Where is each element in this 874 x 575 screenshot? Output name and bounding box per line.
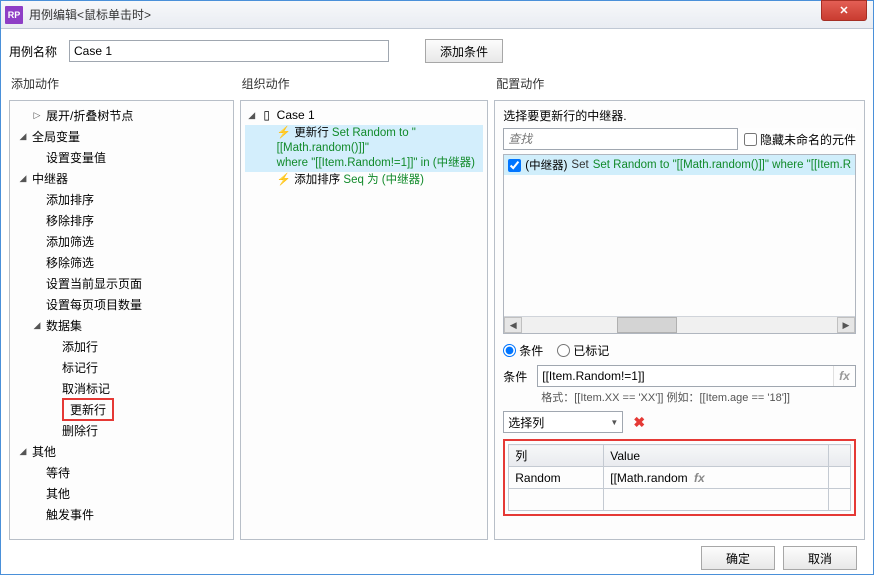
tree-item-label: 添加排序 xyxy=(46,191,94,208)
horizontal-scrollbar[interactable]: ◀ ▶ xyxy=(504,316,855,333)
tree-item-label: 展开/折叠树节点 xyxy=(46,107,133,124)
columns-table: 列 Value Random [[Math.random fx xyxy=(503,439,856,516)
case-name-label: 用例名称 xyxy=(9,43,61,60)
case-icon: ▯ xyxy=(259,108,275,122)
condition-hint: 格式：[[Item.XX == 'XX']] 例如：[[Item.age == … xyxy=(503,389,856,405)
table-row[interactable]: Random [[Math.random fx xyxy=(509,467,851,489)
tree-item-label: 设置每页项目数量 xyxy=(46,296,142,313)
right-column-header: 配置动作 xyxy=(494,75,865,96)
repeater-select-list: (中继器) Set Set Random to "[[Math.random()… xyxy=(503,154,856,334)
radio-condition[interactable]: 条件 xyxy=(503,342,543,359)
tree-item[interactable]: 移除筛选 xyxy=(10,252,233,273)
tree-item-label: 添加行 xyxy=(62,338,98,355)
tree-item-label: 其他 xyxy=(32,443,56,460)
tree-item[interactable]: 触发事件 xyxy=(10,504,233,525)
tree-item[interactable]: ◢中继器 xyxy=(10,168,233,189)
tree-item-label: 数据集 xyxy=(46,317,82,334)
table-header-column: 列 xyxy=(509,445,604,467)
tree-twisty-icon: ◢ xyxy=(16,131,30,142)
ok-button[interactable]: 确定 xyxy=(701,546,775,570)
tree-item-label: 标记行 xyxy=(62,359,98,376)
tree-item[interactable]: 更新行 xyxy=(10,399,233,420)
repeater-item-checkbox[interactable] xyxy=(508,159,521,172)
tree-item-label: 取消标记 xyxy=(62,380,110,397)
left-column-header: 添加动作 xyxy=(9,75,234,96)
tree-item[interactable]: ▷展开/折叠树节点 xyxy=(10,105,233,126)
tree-twisty-icon: ◢ xyxy=(30,320,44,331)
search-input[interactable] xyxy=(503,128,738,150)
tree-item-label: 其他 xyxy=(46,485,70,502)
tree-item[interactable]: 添加行 xyxy=(10,336,233,357)
select-column-dropdown[interactable]: 选择列 ▼ xyxy=(503,411,623,433)
lightning-icon: ⚡ xyxy=(277,174,291,186)
table-header-value: Value xyxy=(604,445,829,467)
tree-item[interactable]: 删除行 xyxy=(10,420,233,441)
case-node[interactable]: ◢ ▯ Case 1 xyxy=(245,105,484,125)
tree-item[interactable]: 设置每页项目数量 xyxy=(10,294,233,315)
app-icon: RP xyxy=(5,6,23,24)
fx-button[interactable]: fx xyxy=(691,471,705,485)
tree-item[interactable]: 添加排序 xyxy=(10,189,233,210)
tree-item[interactable]: ◢全局变量 xyxy=(10,126,233,147)
tree-twisty-icon: ▷ xyxy=(30,110,44,121)
tree-item-label: 更新行 xyxy=(62,398,114,421)
right-section-label: 选择要更新行的中继器. xyxy=(503,107,856,124)
scroll-right-icon[interactable]: ▶ xyxy=(837,317,855,333)
actions-tree-panel: ▷展开/折叠树节点◢全局变量设置变量值◢中继器添加排序移除排序添加筛选移除筛选设… xyxy=(9,100,234,540)
lightning-icon: ⚡ xyxy=(277,127,291,139)
tree-item[interactable]: 设置当前显示页面 xyxy=(10,273,233,294)
tree-item-label: 移除筛选 xyxy=(46,254,94,271)
tree-item-label: 设置变量值 xyxy=(46,149,106,166)
remove-column-button[interactable]: ✖ xyxy=(629,414,649,431)
radio-marked[interactable]: 已标记 xyxy=(557,342,609,359)
tree-item[interactable]: 其他 xyxy=(10,483,233,504)
case-actions-panel: ◢ ▯ Case 1 ⚡ 更新行 Set Random to "[[Math.r… xyxy=(240,100,489,540)
tree-item[interactable]: 等待 xyxy=(10,462,233,483)
tree-item-label: 全局变量 xyxy=(32,128,80,145)
condition-input[interactable] xyxy=(538,366,833,386)
titlebar: RP 用例编辑<鼠标单击时> xyxy=(1,1,873,29)
tree-item-label: 等待 xyxy=(46,464,70,481)
table-header-empty xyxy=(829,445,851,467)
chevron-down-icon: ▼ xyxy=(610,418,618,427)
tree-item-label: 设置当前显示页面 xyxy=(46,275,142,292)
case-name-input[interactable] xyxy=(69,40,389,62)
tree-item[interactable]: 添加筛选 xyxy=(10,231,233,252)
tree-item[interactable]: ◢其他 xyxy=(10,441,233,462)
tree-twisty-icon: ◢ xyxy=(16,173,30,184)
tree-item[interactable]: 标记行 xyxy=(10,357,233,378)
tree-item-label: 删除行 xyxy=(62,422,98,439)
action-add-sort[interactable]: ⚡ 添加排序 Seq 为 (中继器) xyxy=(245,172,484,189)
tree-item[interactable]: 移除排序 xyxy=(10,210,233,231)
fx-button[interactable]: fx xyxy=(833,366,855,386)
table-row[interactable] xyxy=(509,489,851,511)
tree-item-label: 移除排序 xyxy=(46,212,94,229)
repeater-list-item[interactable]: (中继器) Set Set Random to "[[Math.random()… xyxy=(504,155,855,175)
tree-item[interactable]: 设置变量值 xyxy=(10,147,233,168)
case-label: Case 1 xyxy=(277,108,315,122)
tree-item[interactable]: 取消标记 xyxy=(10,378,233,399)
window-title: 用例编辑<鼠标单击时> xyxy=(29,6,869,23)
hide-unnamed-checkbox[interactable]: 隐藏未命名的元件 xyxy=(744,131,856,148)
tree-item-label: 添加筛选 xyxy=(46,233,94,250)
condition-label: 条件 xyxy=(503,368,531,385)
action-update-rows[interactable]: ⚡ 更新行 Set Random to "[[Math.random()]]" … xyxy=(245,125,484,172)
add-condition-button[interactable]: 添加条件 xyxy=(425,39,503,63)
table-cell-value[interactable]: [[Math.random fx xyxy=(604,467,829,489)
mid-column-header: 组织动作 xyxy=(240,75,489,96)
tree-twisty-icon: ◢ xyxy=(16,446,30,457)
tree-item-label: 中继器 xyxy=(32,170,68,187)
scroll-left-icon[interactable]: ◀ xyxy=(504,317,522,333)
tree-item[interactable]: ◢数据集 xyxy=(10,315,233,336)
table-cell-column[interactable]: Random xyxy=(509,467,604,489)
cancel-button[interactable]: 取消 xyxy=(783,546,857,570)
tree-item-label: 触发事件 xyxy=(46,506,94,523)
close-button[interactable] xyxy=(821,0,867,21)
